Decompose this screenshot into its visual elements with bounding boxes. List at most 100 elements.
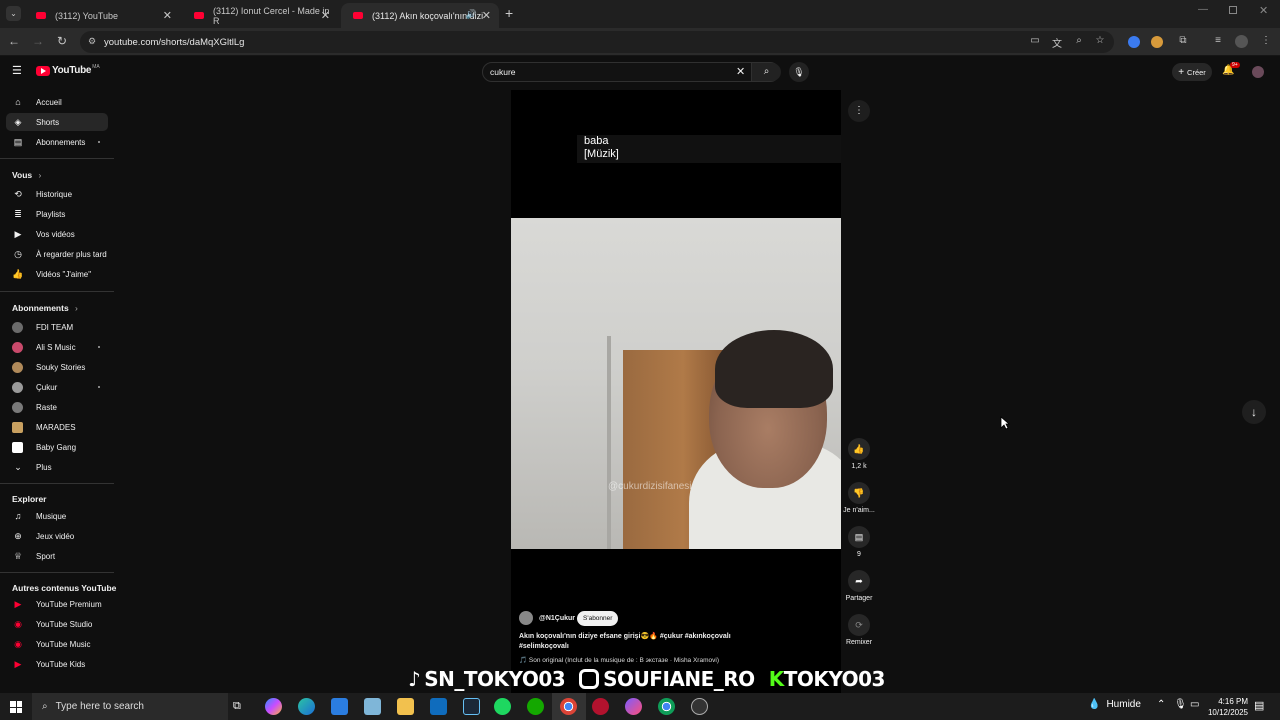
sidebar-channel-marades[interactable]: MARADES xyxy=(6,418,108,436)
sidebar-channel-souky-stories[interactable]: Souky Stories xyxy=(6,358,108,376)
notepad-icon[interactable] xyxy=(364,698,381,715)
chrome-profile-icon[interactable] xyxy=(658,698,675,715)
back-arrow-icon[interactable]: ← xyxy=(6,34,22,48)
dislike-button[interactable]: 👎 Je n'aim... xyxy=(843,482,875,514)
sidebar-item-sport[interactable]: ♕ Sport xyxy=(6,547,108,565)
tab-akin-kocovali[interactable]: (3112) Akın koçovalı'nın dizi 🔊 ✕ xyxy=(341,3,499,28)
channel-avatar[interactable] xyxy=(519,611,533,625)
app-dark-icon[interactable] xyxy=(691,698,708,715)
extension-icon[interactable] xyxy=(1128,36,1140,48)
file-explorer-icon[interactable] xyxy=(397,698,414,715)
tab-youtube-home[interactable]: (3112) YouTube ✕ xyxy=(24,3,180,28)
display-icon[interactable]: ▭ xyxy=(1190,699,1199,710)
sidebar-item-your-videos[interactable]: ▶ Vos vidéos xyxy=(6,225,108,243)
sidebar-item-youtube-music[interactable]: ◉ YouTube Music xyxy=(6,635,108,653)
sidebar-item-home[interactable]: ⌂ Accueil xyxy=(6,93,108,111)
channel-name[interactable]: @N1Çukur xyxy=(539,615,575,622)
weather-widget[interactable]: 💧 Humide xyxy=(1088,699,1141,710)
sidebar-item-playlists[interactable]: ≣ Playlists xyxy=(6,205,108,223)
profile-avatar[interactable] xyxy=(1235,35,1248,48)
taskbar-search-box[interactable]: ⌕ Type here to search xyxy=(32,693,228,720)
like-button[interactable]: 👍 1,2 k xyxy=(847,438,871,470)
store-icon[interactable] xyxy=(331,698,348,715)
bookmark-star-icon[interactable]: ☆ xyxy=(1093,35,1107,49)
search-input[interactable]: cukure ✕ ⌕ xyxy=(482,62,781,82)
start-button[interactable] xyxy=(10,701,22,713)
sidebar-item-youtube-studio[interactable]: ◉ YouTube Studio xyxy=(6,615,108,633)
next-short-button[interactable]: ↓ xyxy=(1242,400,1266,424)
sidebar-item-watch-later[interactable]: ◷ À regarder plus tard xyxy=(6,245,108,263)
tab-close-icon[interactable]: ✕ xyxy=(321,9,330,22)
sidebar-item-subscriptions[interactable]: ▤ Abonnements xyxy=(6,133,108,151)
cast-icon[interactable]: ▭ xyxy=(1028,35,1042,49)
restore-window-icon[interactable] xyxy=(1229,6,1237,14)
translate-icon[interactable]: 文 xyxy=(1050,35,1064,50)
you-section-header[interactable]: Vous › xyxy=(12,170,41,180)
steam-icon[interactable] xyxy=(463,698,480,715)
extensions-puzzle-icon[interactable]: ⧉ xyxy=(1176,35,1190,49)
sidebar-item-gaming[interactable]: ⊕ Jeux vidéo xyxy=(6,527,108,545)
dislike-label: Je n'aim... xyxy=(843,507,875,514)
sound-info[interactable]: 🎵 Son original (Inclut de la musique de … xyxy=(519,656,719,664)
notifications-button[interactable]: 🔔 9+ xyxy=(1222,62,1240,76)
task-view-icon[interactable]: ⧉ xyxy=(233,700,241,713)
tab-close-icon[interactable]: ✕ xyxy=(163,9,172,22)
address-bar[interactable]: ⚙ youtube.com/shorts/daMqXGltlLg ▭ 文 ⌕ ☆ xyxy=(80,31,1114,53)
edge-icon[interactable] xyxy=(298,698,315,715)
spotify-icon[interactable] xyxy=(494,698,511,715)
new-tab-button[interactable]: + xyxy=(505,5,513,21)
share-button[interactable]: ➦ Partager xyxy=(846,570,872,602)
account-avatar[interactable] xyxy=(1252,66,1264,78)
media-control-icon[interactable]: ≡ xyxy=(1211,35,1225,49)
site-info-icon[interactable]: ⚙ xyxy=(88,36,96,47)
browser-menu-icon[interactable]: ⋮ xyxy=(1259,35,1273,49)
sidebar-item-shorts[interactable]: ◈ Shorts xyxy=(6,113,108,131)
zoom-icon[interactable]: ⌕ xyxy=(1072,35,1086,49)
notification-center-icon[interactable]: ▤ xyxy=(1254,699,1264,712)
tab-search-button[interactable]: ⌄ xyxy=(6,6,21,21)
subscribe-button[interactable]: S'abonner xyxy=(577,611,619,626)
sidebar-channel-baby-gang[interactable]: Baby Gang xyxy=(6,438,108,456)
tab-ionut-cercel[interactable]: (3112) Ionut Cercel - Made in R ✕ xyxy=(182,3,338,28)
messenger-icon[interactable] xyxy=(625,698,642,715)
more-options-button[interactable]: ⋮ xyxy=(848,100,870,122)
sidebar-item-youtube-premium[interactable]: ▶ YouTube Premium xyxy=(6,595,108,613)
tab-audio-icon[interactable]: 🔊 xyxy=(466,9,477,20)
reload-icon[interactable]: ↻ xyxy=(54,34,70,48)
remix-button[interactable]: ⟳ Remixer xyxy=(846,614,872,646)
outlook-icon[interactable] xyxy=(430,698,447,715)
forward-arrow-icon[interactable]: → xyxy=(30,34,46,48)
sidebar-show-more[interactable]: ⌄ Plus xyxy=(6,458,108,476)
shorts-player[interactable]: baba [Müzik] @cukurdizisifanesi @N1Çukur… xyxy=(511,90,841,693)
history-icon: ⟲ xyxy=(14,188,22,199)
sidebar-item-music[interactable]: ♫ Musique xyxy=(6,507,108,525)
comments-button[interactable]: ▤ 9 xyxy=(847,526,871,558)
search-button[interactable]: ⌕ xyxy=(751,63,781,81)
sidebar-channel-cukur[interactable]: Çukur xyxy=(6,378,108,396)
sidebar-channel-fdi-team[interactable]: FDI TEAM xyxy=(6,318,108,336)
clear-search-icon[interactable]: ✕ xyxy=(736,65,745,78)
short-title[interactable]: Akın koçovalı'nın diziye efsane girişi😎🔥… xyxy=(519,632,839,652)
voice-search-button[interactable]: 🎙 xyxy=(789,62,809,82)
app-red-icon[interactable] xyxy=(592,698,609,715)
clock[interactable]: 4:16 PM 10/12/2025 xyxy=(1200,696,1248,718)
microphone-icon[interactable]: 🎙 xyxy=(1174,699,1187,710)
minimize-window-icon[interactable]: — xyxy=(1198,4,1208,15)
sidebar-item-label: Souky Stories xyxy=(36,362,86,372)
chrome-icon[interactable] xyxy=(560,698,577,715)
copilot-icon[interactable] xyxy=(265,698,282,715)
tab-close-icon[interactable]: ✕ xyxy=(482,9,491,22)
sidebar-channel-raste[interactable]: Raste xyxy=(6,398,108,416)
sidebar-item-liked-videos[interactable]: 👍 Vidéos "J'aime" xyxy=(6,265,108,283)
upwork-icon[interactable] xyxy=(527,698,544,715)
create-button[interactable]: + Créer xyxy=(1172,63,1212,81)
remix-label: Remixer xyxy=(845,639,873,646)
close-window-icon[interactable]: ✕ xyxy=(1259,4,1268,17)
person-hair xyxy=(715,330,833,408)
sidebar-item-youtube-kids[interactable]: ▶ YouTube Kids xyxy=(6,655,108,673)
sidebar-item-history[interactable]: ⟲ Historique xyxy=(6,185,108,203)
sidebar-channel-ali-s-music[interactable]: Ali S Music xyxy=(6,338,108,356)
show-hidden-icons[interactable]: ⌃ xyxy=(1157,699,1165,710)
extension-icon[interactable] xyxy=(1151,36,1163,48)
subscriptions-section-header[interactable]: Abonnements › xyxy=(12,303,78,313)
